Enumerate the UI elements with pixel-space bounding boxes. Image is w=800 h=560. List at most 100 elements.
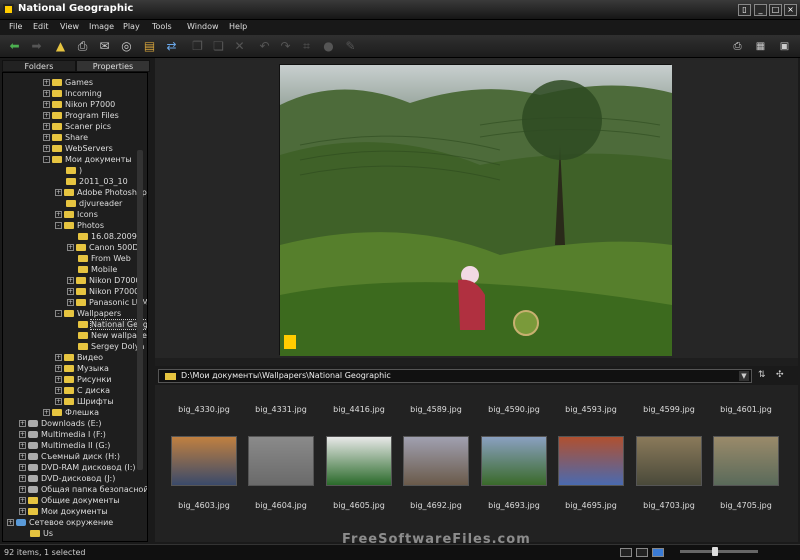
expand-icon[interactable]: + [43, 123, 50, 130]
expand-icon[interactable]: + [19, 453, 26, 460]
menu-edit[interactable]: Edit [33, 22, 49, 31]
tree-item[interactable]: + Nikon P7000 [43, 99, 115, 110]
expand-icon[interactable]: + [55, 387, 62, 394]
sort-icon[interactable]: ⇅ [758, 370, 766, 380]
expand-icon[interactable]: + [67, 277, 74, 284]
fullscreen-icon[interactable]: ▣ [776, 38, 793, 55]
tree-item[interactable]: + Общие документы [19, 495, 120, 506]
menu-window[interactable]: Window [187, 22, 219, 31]
tree-item[interactable]: djvureader [55, 198, 122, 209]
file-name[interactable]: big_4589.jpg [396, 405, 476, 414]
tree-item[interactable]: - Мои документы [43, 154, 132, 165]
expand-icon[interactable]: + [43, 409, 50, 416]
expand-icon[interactable]: + [19, 475, 26, 482]
rotate-right-icon[interactable]: ↷ [277, 38, 294, 55]
tree-item[interactable]: + Scaner pics [43, 121, 111, 132]
rotate-left-icon[interactable]: ↶ [256, 38, 273, 55]
back-arrow-icon[interactable]: ⬅ [6, 38, 23, 55]
expand-icon[interactable]: + [7, 519, 14, 526]
tree-item[interactable]: + Мои документы [19, 506, 108, 517]
minimize-button[interactable]: _ [754, 4, 767, 16]
zoom-slider-handle[interactable] [712, 547, 718, 556]
expand-icon[interactable]: + [55, 211, 62, 218]
tree-item[interactable]: + Nikon D7000 [67, 275, 141, 286]
tree-item[interactable]: +Panasonic LUMIX [67, 297, 147, 308]
forward-arrow-icon[interactable]: ➡ [28, 38, 45, 55]
pane-splitter[interactable] [155, 358, 798, 366]
thumbnail-image[interactable] [171, 436, 237, 486]
tree-item[interactable]: + Downloads (E:) [19, 418, 101, 429]
expand-icon[interactable]: + [55, 398, 62, 405]
tree-item[interactable]: National Geographic [67, 319, 147, 330]
tree-item[interactable]: + Canon 500D [67, 242, 139, 253]
tree-item[interactable]: + Games [43, 77, 93, 88]
collapse-icon[interactable]: - [55, 310, 62, 317]
expand-icon[interactable]: + [43, 145, 50, 152]
view-details-icon[interactable] [636, 548, 648, 557]
tree-item[interactable]: + Съемный диск (H:) [19, 451, 120, 462]
folder-up-icon[interactable]: ▲ [52, 38, 69, 55]
tree-item[interactable]: + DVD-RAM дисковод (I:) [19, 462, 136, 473]
file-name[interactable]: big_4416.jpg [319, 405, 399, 414]
file-name[interactable]: big_4692.jpg [396, 501, 476, 510]
menu-tools[interactable]: Tools [152, 22, 172, 31]
tree-item[interactable]: + Общая папка безопасной сети [19, 484, 147, 495]
menu-view[interactable]: View [60, 22, 79, 31]
file-name[interactable]: big_4605.jpg [319, 501, 399, 510]
expand-icon[interactable]: + [43, 112, 50, 119]
expand-icon[interactable]: + [55, 376, 62, 383]
tree-scrollbar[interactable] [137, 150, 143, 470]
thumbnail-image[interactable] [481, 436, 547, 486]
tree-item[interactable]: From Web [67, 253, 131, 264]
restore-icon[interactable]: ▯ [738, 4, 751, 16]
file-name[interactable]: big_4703.jpg [629, 501, 709, 510]
edit-pen-icon[interactable]: ✎ [342, 38, 359, 55]
tree-item[interactable]: + С диска [55, 385, 110, 396]
file-name[interactable]: big_4599.jpg [629, 405, 709, 414]
expand-icon[interactable]: + [55, 365, 62, 372]
file-name[interactable]: big_4705.jpg [706, 501, 786, 510]
thumbnail-image[interactable] [558, 436, 624, 486]
tree-item[interactable]: + Музыка [55, 363, 109, 374]
thumbnail-image[interactable] [248, 436, 314, 486]
expand-icon[interactable]: + [19, 442, 26, 449]
tree-item[interactable]: + Multimedia II (G:) [19, 440, 110, 451]
convert-icon[interactable]: ⇄ [163, 38, 180, 55]
tree-item[interactable]: New wallpapers [67, 330, 147, 341]
tree-item[interactable]: +Adobe Photoshop CS5 [55, 187, 147, 198]
thumbnail-image[interactable] [326, 436, 392, 486]
expand-icon[interactable]: + [19, 497, 26, 504]
collapse-icon[interactable]: - [43, 156, 50, 163]
tree-item[interactable]: + Program Files [43, 110, 119, 121]
crop-icon[interactable]: ⌗ [298, 38, 315, 55]
print-icon[interactable]: ⎙ [74, 38, 91, 55]
tree-item[interactable]: + WebServers [43, 143, 113, 154]
tree-item[interactable]: + Icons [55, 209, 98, 220]
file-name[interactable]: big_4590.jpg [474, 405, 554, 414]
thumbnail-image[interactable] [713, 436, 779, 486]
view-list-icon[interactable] [620, 548, 632, 557]
tree-item[interactable]: Us [19, 528, 53, 539]
file-name[interactable]: big_4593.jpg [551, 405, 631, 414]
expand-icon[interactable]: + [67, 288, 74, 295]
file-name[interactable]: big_4331.jpg [241, 405, 321, 414]
zoom-slider[interactable] [680, 550, 758, 553]
close-button[interactable]: × [784, 4, 797, 16]
tree-item[interactable]: - Photos [55, 220, 104, 231]
maximize-button[interactable]: □ [769, 4, 782, 16]
expand-icon[interactable]: + [55, 354, 62, 361]
menu-play[interactable]: Play [123, 22, 140, 31]
expand-icon[interactable]: + [67, 244, 74, 251]
menu-image[interactable]: Image [89, 22, 114, 31]
tree-item[interactable]: - Wallpapers [55, 308, 121, 319]
chevron-down-icon[interactable]: ▼ [739, 371, 749, 381]
tree-item[interactable]: + Флешка [43, 407, 99, 418]
expand-icon[interactable]: + [43, 79, 50, 86]
thumbnail-image[interactable] [636, 436, 702, 486]
tree-item[interactable]: + Шрифты [55, 396, 114, 407]
file-name[interactable]: big_4330.jpg [164, 405, 244, 414]
tree-item[interactable]: + Share [43, 132, 88, 143]
preview-image[interactable] [279, 64, 672, 356]
tree-item[interactable]: + Incoming [43, 88, 102, 99]
tab-properties[interactable]: Properties [76, 60, 150, 72]
